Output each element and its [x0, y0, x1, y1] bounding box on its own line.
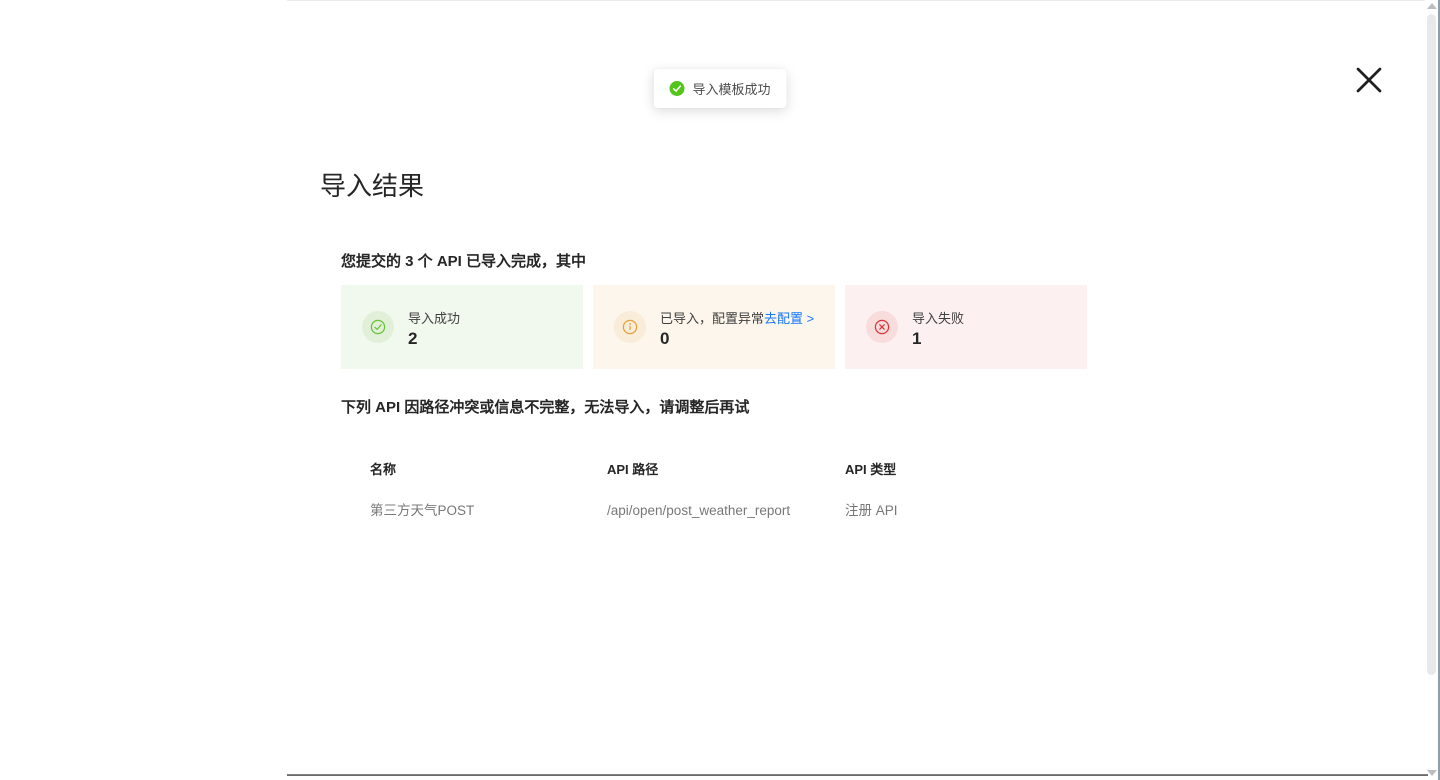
scroll-down-arrow-icon[interactable]	[1427, 770, 1437, 776]
stat-card-warning: 已导入，配置异常去配置 > 0	[593, 285, 835, 369]
scroll-up-arrow-icon[interactable]	[1427, 3, 1437, 9]
close-button[interactable]	[1351, 63, 1387, 99]
stat-value: 1	[912, 330, 964, 347]
vertical-scrollbar[interactable]	[1425, 0, 1440, 780]
top-border-line	[287, 0, 1428, 1]
import-result-screen: 导入模板成功 导入结果 您提交的 3 个 API 已导入完成，其中 导入成功 2	[0, 0, 1440, 780]
stat-value: 0	[660, 330, 814, 347]
column-header-name: 名称	[370, 461, 607, 479]
failed-section-heading: 下列 API 因路径冲突或信息不完整，无法导入，请调整后再试	[341, 396, 749, 417]
stat-card-success: 导入成功 2	[341, 285, 583, 369]
column-header-path: API 路径	[607, 461, 845, 479]
column-header-type: API 类型	[845, 461, 1090, 479]
page-title: 导入结果	[320, 166, 424, 203]
table-cell-path: /api/open/post_weather_report	[607, 502, 845, 520]
stat-card-danger: 导入失败 1	[845, 285, 1087, 369]
toast-notification: 导入模板成功	[653, 69, 786, 108]
summary-text: 您提交的 3 个 API 已导入完成，其中	[341, 250, 586, 271]
circle-x-icon	[866, 311, 898, 343]
stat-label: 导入失败	[912, 308, 964, 327]
scrollbar-thumb[interactable]	[1427, 14, 1436, 675]
circle-check-icon	[362, 311, 394, 343]
circle-info-icon	[614, 311, 646, 343]
table-cell-name: 第三方天气POST	[370, 502, 607, 520]
failed-api-table: 名称 API 路径 API 类型 第三方天气POST /api/open/pos…	[370, 461, 1090, 520]
table-cell-type: 注册 API	[845, 502, 1090, 520]
stat-value: 2	[408, 330, 460, 347]
check-circle-filled-icon	[669, 81, 684, 96]
x-icon	[1353, 64, 1385, 99]
stat-label: 已导入，配置异常去配置 >	[660, 308, 814, 327]
go-configure-link[interactable]: 去配置 >	[764, 311, 814, 326]
stat-cards: 导入成功 2 已导入，配置异常去配置 > 0	[341, 285, 1087, 369]
toast-message: 导入模板成功	[692, 79, 770, 98]
stat-label: 导入成功	[408, 308, 460, 327]
bottom-border-line	[287, 774, 1428, 776]
stat-label-text: 已导入，配置异常	[660, 311, 764, 326]
